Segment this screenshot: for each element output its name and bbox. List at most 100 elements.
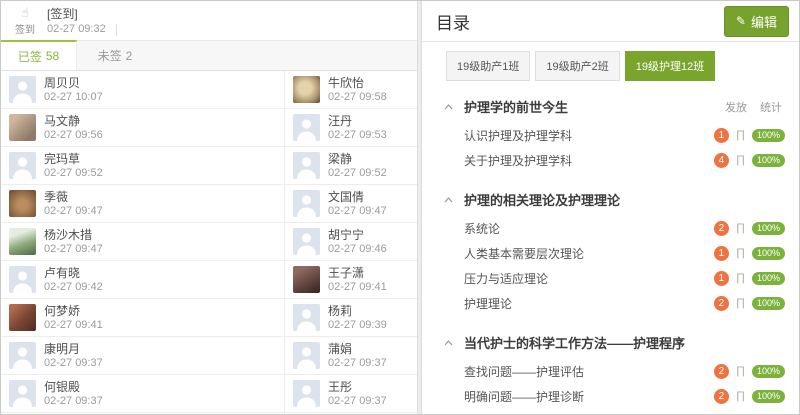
completion-badge[interactable]: 100% (752, 222, 785, 235)
student-row[interactable]: 季薇 02-27 09:47 (1, 185, 284, 223)
default-avatar-icon (9, 342, 36, 369)
edit-button[interactable]: ✎ 编辑 (724, 6, 789, 37)
student-row[interactable]: 汪丹 02-27 09:53 (285, 109, 417, 147)
student-avatar (293, 342, 320, 369)
completion-badge[interactable]: 100% (752, 247, 785, 260)
student-name: 完玛草 (44, 152, 103, 166)
student-row[interactable]: 牛欣怡 02-27 09:58 (285, 71, 417, 109)
class-tab[interactable]: 19级助产2班 (535, 51, 619, 81)
chapter-item[interactable]: 查找问题——护理评估 2 ∏ 100% (464, 359, 785, 384)
student-row[interactable]: 何梦娇 02-27 09:41 (1, 299, 284, 337)
student-row[interactable]: 王彤 02-27 09:37 (285, 375, 417, 413)
chapter-title: 护理学的前世今生 (464, 97, 568, 116)
chapter-header[interactable]: 当代护士的科学工作方法——护理程序 (444, 333, 785, 352)
student-name: 周贝贝 (44, 76, 103, 90)
student-row[interactable]: 杨莉 02-27 09:39 (285, 299, 417, 337)
chapter-item[interactable]: 压力与适应理论 1 ∏ 100% (464, 266, 785, 291)
chapter: 当代护士的科学工作方法——护理程序 查找问题——护理评估 2 ∏ 100% 明确… (444, 333, 785, 414)
stats-icon[interactable]: ∏ (736, 155, 745, 166)
student-row[interactable]: 马文静 02-27 09:56 (1, 109, 284, 147)
student-avatar (293, 380, 320, 407)
stats-icon[interactable]: ∏ (736, 248, 745, 259)
default-avatar-icon (293, 190, 320, 217)
student-name: 王彤 (328, 380, 387, 394)
chapter-item[interactable]: 明确问题——护理诊断 2 ∏ 100% (464, 384, 785, 409)
stats-icon[interactable]: ∏ (736, 130, 745, 141)
pencil-icon: ✎ (736, 14, 746, 28)
completion-badge[interactable]: 100% (752, 297, 785, 310)
tab-unsigned-count: 2 (126, 49, 133, 63)
chapter-item[interactable]: 护理理论 2 ∏ 100% (464, 291, 785, 316)
chapter-header[interactable]: 护理学的前世今生 发放 统计 (444, 97, 785, 116)
toc-panel: 目录 ✎ 编辑 19级助产1班 19级助产2班 19级护理12班 护理学的前世今… (422, 1, 799, 414)
chapter: 护理学的前世今生 发放 统计 认识护理及护理学科 1 ∏ 100% 关于护理及护… (444, 97, 785, 173)
student-signin-time: 02-27 09:53 (328, 128, 387, 142)
student-row[interactable]: 康明月 02-27 09:37 (1, 337, 284, 375)
default-avatar-icon (293, 380, 320, 407)
completion-badge[interactable]: 100% (752, 129, 785, 142)
student-avatar (9, 342, 36, 369)
student-row[interactable]: 梁静 02-27 09:52 (285, 147, 417, 185)
student-signin-time: 02-27 09:42 (44, 280, 103, 294)
student-row[interactable]: 周贝贝 02-27 10:07 (1, 71, 284, 109)
chapter-item-label: 查找问题——护理评估 (464, 363, 584, 380)
default-avatar-icon (9, 380, 36, 407)
completion-badge[interactable]: 100% (752, 272, 785, 285)
chapter-title: 当代护士的科学工作方法——护理程序 (464, 333, 685, 352)
student-row[interactable]: 王子潇 02-27 09:41 (285, 261, 417, 299)
completion-badge[interactable]: 100% (752, 154, 785, 167)
completion-badge[interactable]: 100% (752, 390, 785, 403)
chapter-item[interactable]: 关于护理及护理学科 4 ∏ 100% (464, 148, 785, 173)
signin-activity[interactable]: ☝ 签到 (9, 6, 41, 38)
tab-signed[interactable]: 已签 58 (1, 40, 77, 70)
student-signin-time: 02-27 09:41 (328, 280, 387, 294)
chapter-item[interactable]: 解决问题——护理计划 2 ∏ 100% (464, 409, 785, 414)
class-tab[interactable]: 19级助产1班 (446, 51, 530, 81)
chapter-header[interactable]: 护理的相关理论及护理理论 (444, 190, 785, 209)
signin-header: ☝ 签到 [签到] 02-27 09:32 (1, 1, 417, 40)
student-signin-time: 02-27 09:39 (328, 318, 387, 332)
student-name: 胡宁宁 (328, 228, 387, 242)
class-tabs: 19级助产1班 19级助产2班 19级护理12班 (422, 42, 799, 81)
student-signin-time: 02-27 09:47 (44, 204, 103, 218)
stats-icon[interactable]: ∏ (736, 298, 745, 309)
stats-icon[interactable]: ∏ (736, 366, 745, 377)
student-row[interactable]: 胡宁宁 02-27 09:46 (285, 223, 417, 261)
stats-icon[interactable]: ∏ (736, 391, 745, 402)
column-header-release: 发放 (725, 99, 747, 115)
chapter-item[interactable]: 系统论 2 ∏ 100% (464, 216, 785, 241)
student-name: 卢有晓 (44, 266, 103, 280)
student-row[interactable]: 完玛草 02-27 09:52 (1, 147, 284, 185)
signin-icon-label: 签到 (15, 25, 35, 36)
student-row[interactable]: 杨沙木措 02-27 09:47 (1, 223, 284, 261)
chapter-item-label: 认识护理及护理学科 (464, 127, 572, 144)
chevron-up-icon (444, 104, 453, 110)
default-avatar-icon (293, 152, 320, 179)
student-name: 汪丹 (328, 114, 387, 128)
chapter-item[interactable]: 认识护理及护理学科 1 ∏ 100% (464, 123, 785, 148)
default-avatar-icon (293, 304, 320, 331)
student-row[interactable]: 蒲娟 02-27 09:37 (285, 337, 417, 375)
stats-icon[interactable]: ∏ (736, 223, 745, 234)
chapter-list: 护理学的前世今生 发放 统计 认识护理及护理学科 1 ∏ 100% 关于护理及护… (422, 81, 799, 414)
release-count-badge: 1 (714, 271, 729, 286)
student-avatar (9, 190, 36, 217)
tab-unsigned[interactable]: 未签 2 (77, 41, 153, 70)
class-tab[interactable]: 19级护理12班 (625, 51, 715, 81)
student-column-2: 牛欣怡 02-27 09:58 汪丹 02-27 09:53 梁静 02-27 … (285, 71, 417, 414)
chevron-up-icon (444, 340, 453, 346)
completion-badge[interactable]: 100% (752, 365, 785, 378)
student-row[interactable]: 文国倩 02-27 09:47 (285, 185, 417, 223)
app-window: ☝ 签到 [签到] 02-27 09:32 已签 58 未签 2 (0, 0, 800, 415)
release-count-badge: 2 (714, 389, 729, 404)
student-row[interactable]: 卢有晓 02-27 09:42 (1, 261, 284, 299)
chapter-item-label: 解决问题——护理计划 (464, 413, 584, 414)
student-signin-time: 02-27 09:56 (44, 128, 103, 142)
toc-header: 目录 ✎ 编辑 (422, 1, 799, 42)
chapter-item-label: 护理理论 (464, 295, 512, 312)
stats-icon[interactable]: ∏ (736, 273, 745, 284)
student-row[interactable]: 何银殿 02-27 09:37 (1, 375, 284, 413)
chapter-item[interactable]: 人类基本需要层次理论 1 ∏ 100% (464, 241, 785, 266)
student-name: 蒲娟 (328, 342, 387, 356)
student-name: 王子潇 (328, 266, 387, 280)
